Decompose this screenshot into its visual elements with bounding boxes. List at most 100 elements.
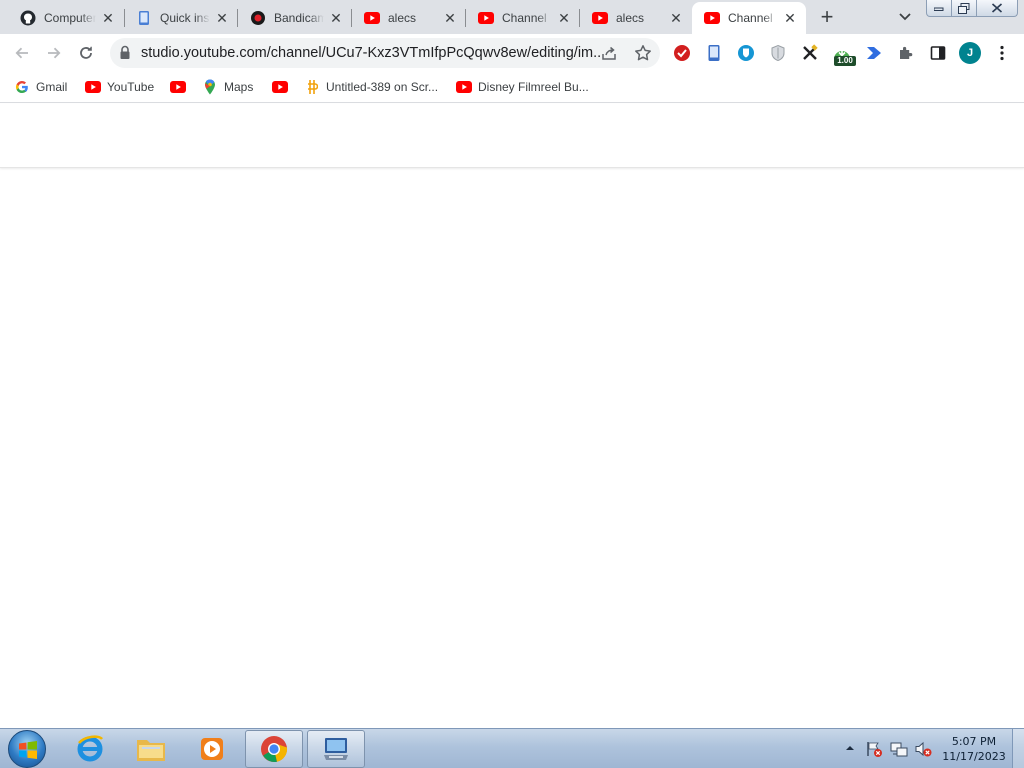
share-icon[interactable] — [601, 45, 617, 61]
chevron-down-icon — [899, 13, 911, 21]
tab-title: Channel — [728, 11, 773, 25]
studio-header-placeholder — [0, 104, 1024, 168]
remote-desktop-icon — [324, 738, 348, 760]
bookmark-disney-filmreel[interactable]: Disney Filmreel Bu... — [456, 76, 589, 98]
tab-title: Channel — [502, 11, 547, 25]
close-tab-icon[interactable]: ✕ — [556, 10, 572, 26]
browser-window: Computer ✕ Quick insights ✕ Bandicam ✕ a… — [0, 0, 1024, 768]
taskbar-media-player[interactable] — [183, 730, 241, 768]
forward-button[interactable] — [41, 40, 67, 66]
network-icon[interactable] — [890, 740, 908, 758]
profile-avatar[interactable]: J — [959, 42, 981, 64]
bookmark-scratch[interactable]: Untitled-389 on Scr... — [304, 76, 438, 98]
tab-channel-active[interactable]: Channel ✕ — [692, 2, 806, 34]
bookmark-label: Maps — [224, 80, 254, 94]
browser-menu-button[interactable] — [992, 43, 1012, 63]
bookmark-label: Gmail — [36, 80, 68, 94]
reload-icon — [80, 46, 92, 59]
bitwarden-icon — [738, 45, 754, 61]
tab-title: Bandicam — [274, 11, 324, 25]
google-icon — [14, 79, 30, 95]
arrow-extension-button[interactable] — [864, 43, 884, 63]
tab-quick-insights[interactable]: Quick insights ✕ — [124, 2, 238, 34]
bookmark-gmail[interactable]: Gmail — [14, 76, 67, 98]
tools-icon — [803, 44, 818, 60]
back-arrow-icon — [15, 47, 28, 59]
bookmark-youtube-unlabeled-1[interactable] — [170, 76, 186, 98]
taskbar-file-explorer[interactable] — [122, 730, 180, 768]
new-tab-button[interactable]: + — [814, 5, 840, 31]
action-center-flag-icon[interactable] — [865, 740, 883, 758]
tab-computer[interactable]: Computer ✕ — [8, 2, 124, 34]
close-tab-icon[interactable]: ✕ — [100, 10, 116, 26]
restore-button[interactable] — [951, 0, 977, 17]
close-tab-icon[interactable]: ✕ — [214, 10, 230, 26]
bookmark-youtube-unlabeled-2[interactable] — [272, 76, 288, 98]
phone-icon — [136, 10, 152, 26]
browser-toolbar: studio.youtube.com/channel/UCu7-Kxz3VTmI… — [0, 34, 1024, 72]
side-panel-button[interactable] — [928, 43, 948, 63]
close-tab-icon[interactable]: ✕ — [328, 10, 344, 26]
tab-channel-1[interactable]: Channel ✕ — [466, 2, 580, 34]
bookmark-star-icon[interactable] — [634, 44, 652, 62]
youtube-icon — [170, 79, 186, 95]
extensions-button[interactable] — [896, 43, 916, 63]
bitwarden-extension-button[interactable] — [736, 43, 756, 63]
windows-logo-icon — [19, 741, 37, 759]
taskbar-chrome[interactable] — [245, 730, 303, 768]
tab-alecs-1[interactable]: alecs ✕ — [352, 2, 466, 34]
page-viewport — [0, 104, 1024, 728]
adblock-extension-button[interactable] — [672, 43, 692, 63]
github-icon — [20, 10, 36, 26]
address-bar[interactable]: studio.youtube.com/channel/UCu7-Kxz3VTmI… — [110, 38, 660, 68]
start-button[interactable] — [8, 730, 46, 768]
scratch-icon — [304, 79, 320, 95]
clock-time: 5:07 PM — [951, 735, 997, 748]
more-vert-icon — [1000, 45, 1004, 61]
download-extension-button[interactable]: 1.00 — [832, 43, 856, 66]
youtube-icon — [85, 79, 101, 95]
maps-icon — [202, 79, 218, 95]
tab-title: alecs — [616, 11, 645, 25]
phone-icon — [708, 45, 720, 61]
youtube-icon — [704, 10, 720, 26]
show-hidden-icons-icon[interactable] — [844, 742, 856, 754]
phone-extension-button[interactable] — [704, 43, 724, 63]
forward-arrow-icon — [48, 47, 61, 59]
clock-date: 11/17/2023 — [942, 750, 1006, 763]
close-tab-icon[interactable]: ✕ — [782, 10, 798, 26]
youtube-icon — [272, 79, 288, 95]
minimize-button[interactable] — [926, 0, 952, 17]
tab-title: Quick insights — [160, 11, 210, 25]
window-controls — [926, 0, 1018, 18]
sidepanel-icon — [930, 46, 946, 60]
bookmark-youtube[interactable]: YouTube — [85, 76, 154, 98]
close-window-button[interactable] — [976, 0, 1018, 17]
youtube-icon — [478, 10, 494, 26]
volume-muted-icon[interactable] — [914, 740, 932, 758]
tab-search-button[interactable] — [895, 7, 915, 27]
bookmark-label: YouTube — [107, 80, 155, 94]
close-tab-icon[interactable]: ✕ — [442, 10, 458, 26]
internet-explorer-icon — [77, 735, 103, 762]
shield-extension-button[interactable] — [768, 43, 788, 63]
tab-title: Computer — [44, 11, 96, 25]
show-desktop-button[interactable] — [1012, 729, 1024, 768]
tab-alecs-2[interactable]: alecs ✕ — [580, 2, 692, 34]
tools-extension-button[interactable] — [800, 43, 820, 63]
arrow-extension-icon — [867, 47, 881, 59]
chrome-icon — [261, 736, 288, 762]
file-explorer-icon — [137, 740, 165, 761]
url-text[interactable]: studio.youtube.com/channel/UCu7-Kxz3VTmI… — [141, 45, 601, 61]
bookmarks-bar: Gmail YouTube Maps Untitled-389 on Scr..… — [0, 72, 1024, 103]
close-tab-icon[interactable]: ✕ — [668, 10, 684, 26]
system-clock[interactable]: 5:07 PM 11/17/2023 — [940, 734, 1008, 764]
taskbar-internet-explorer[interactable] — [61, 730, 119, 768]
lock-icon — [120, 45, 130, 59]
back-button[interactable] — [9, 40, 35, 66]
youtube-icon — [456, 79, 472, 95]
taskbar-remote-desktop[interactable] — [307, 730, 365, 768]
bookmark-maps[interactable]: Maps — [202, 76, 253, 98]
tab-bandicam[interactable]: Bandicam ✕ — [238, 2, 352, 34]
reload-button[interactable] — [73, 40, 99, 66]
